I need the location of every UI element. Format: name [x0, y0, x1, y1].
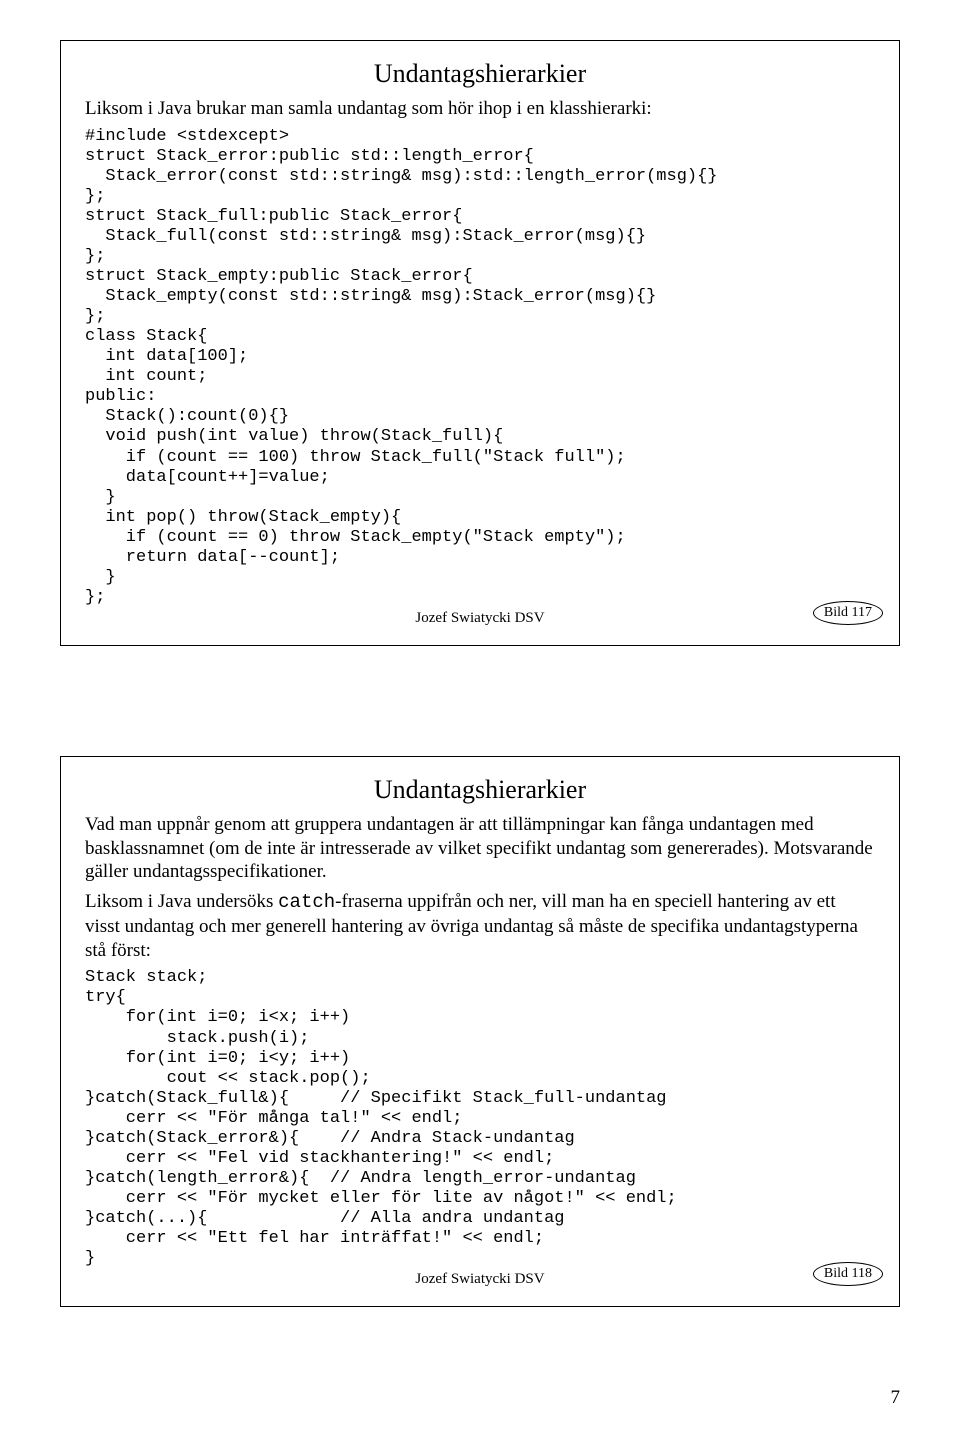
page-number: 7 — [0, 1387, 960, 1429]
slide2-para1: Vad man uppnår genom att gruppera undant… — [85, 813, 875, 884]
slide2-author: Jozef Swiatycki DSV — [85, 1271, 875, 1288]
slide1-badge: Bild 117 — [813, 601, 883, 625]
slide2-para2a: Liksom i Java undersöks — [85, 891, 278, 912]
slide1-code-block: #include <stdexcept> struct Stack_error:… — [85, 127, 875, 608]
slide1-intro: Liksom i Java brukar man samla undantag … — [85, 97, 875, 121]
slide-box-1: Undantagshierarkier Liksom i Java brukar… — [60, 40, 900, 646]
slide-title-2: Undantagshierarkier — [85, 775, 875, 805]
page-container: Undantagshierarkier Liksom i Java brukar… — [0, 0, 960, 1387]
slide2-para2: Liksom i Java undersöks catch-fraserna u… — [85, 890, 875, 962]
slide1-author: Jozef Swiatycki DSV — [85, 610, 875, 627]
slide2-code-block: Stack stack; try{ for(int i=0; i<x; i++)… — [85, 968, 875, 1269]
slide2-badge: Bild 118 — [813, 1262, 883, 1286]
slide-title-1: Undantagshierarkier — [85, 59, 875, 89]
slide-box-2: Undantagshierarkier Vad man uppnår genom… — [60, 756, 900, 1307]
slide2-catch-code: catch — [278, 891, 335, 913]
